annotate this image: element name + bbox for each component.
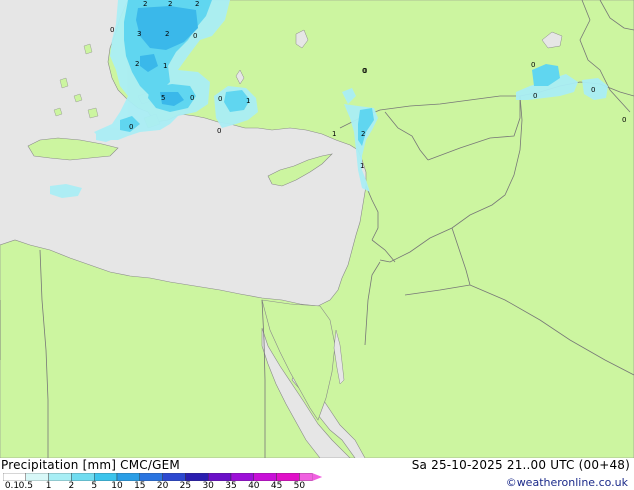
legend-swatch [299, 473, 313, 481]
legend-tick: 5 [91, 481, 98, 490]
legend-tick-labels: 0.1 0.5 1 2 5 10 15 20 25 30 35 40 45 50 [0, 481, 340, 490]
legend-swatch [71, 473, 95, 481]
precip-label: 0 [190, 94, 194, 102]
legend-swatch [48, 473, 72, 481]
legend-tick: 15 [134, 481, 146, 490]
precip-color-legend [3, 473, 323, 481]
legend-tick: 45 [270, 481, 283, 490]
source-credit-link[interactable]: ©weatheronline.co.uk [506, 476, 628, 489]
precip-label: 0 [110, 26, 114, 34]
precip-label: 0 [218, 95, 222, 103]
precip-label: 1 [246, 97, 250, 105]
precipitation-map: 2 2 2 0 3 2 0 2 1 0 5 0 0 1 0 0 0 1 2 1 … [0, 0, 634, 458]
precip-label: 5 [161, 94, 165, 102]
precip-label: 0 [193, 32, 197, 40]
precip-label: 0 [591, 86, 595, 94]
precip-label: 1 [360, 162, 364, 170]
precip-label: 2 [135, 60, 139, 68]
legend-tick: 10 [111, 481, 123, 490]
precip-label: 0 [129, 123, 133, 131]
legend-tick: 35 [225, 481, 237, 490]
legend-swatch [207, 473, 232, 481]
legend-tick: 20 [156, 481, 169, 490]
legend-tick: 50 [293, 481, 306, 490]
precip-label: 0 [533, 92, 537, 100]
legend-swatch [139, 473, 163, 481]
map-title: Precipitation [mm] CMC/GEM [1, 458, 180, 472]
precip-label: 0 [622, 116, 626, 124]
precip-label: 2 [195, 0, 199, 8]
forecast-datetime: Sa 25-10-2025 21..00 UTC (00+48) [411, 458, 630, 472]
legend-arrow [312, 473, 323, 481]
legend-tick: 30 [202, 481, 214, 490]
precip-label: 2 [165, 30, 169, 38]
precip-label: 0 [531, 61, 535, 69]
legend-swatch [162, 473, 186, 481]
legend-tick: 25 [179, 481, 192, 490]
legend-swatch [253, 473, 277, 481]
legend-swatch [25, 473, 49, 481]
precip-label: 1 [332, 130, 336, 138]
precip-label: 2 [361, 130, 365, 138]
precip-label: 2 [168, 0, 172, 8]
legend-tick: 1 [45, 481, 52, 490]
legend-swatch [230, 473, 254, 481]
legend-tick: 0.5 [18, 481, 33, 490]
precip-label: 0 [362, 67, 366, 75]
legend-swatch [276, 473, 300, 481]
legend-swatch [116, 473, 140, 481]
legend-swatch [3, 473, 26, 481]
legend-tick: 2 [68, 481, 75, 490]
precip-label: 0 [217, 127, 221, 135]
legend-swatch [93, 473, 118, 481]
map-footer: Precipitation [mm] CMC/GEM Sa 25-10-2025… [0, 458, 634, 490]
legend-tick: 40 [248, 481, 260, 490]
legend-swatch [185, 473, 209, 481]
precip-label: 1 [163, 62, 167, 70]
precip-label: 3 [137, 30, 141, 38]
legend-tick: 0.1 [4, 481, 20, 490]
precip-label: 2 [143, 0, 147, 8]
weather-map-view: 2 2 2 0 3 2 0 2 1 0 5 0 0 1 0 0 0 1 2 1 … [0, 0, 634, 490]
